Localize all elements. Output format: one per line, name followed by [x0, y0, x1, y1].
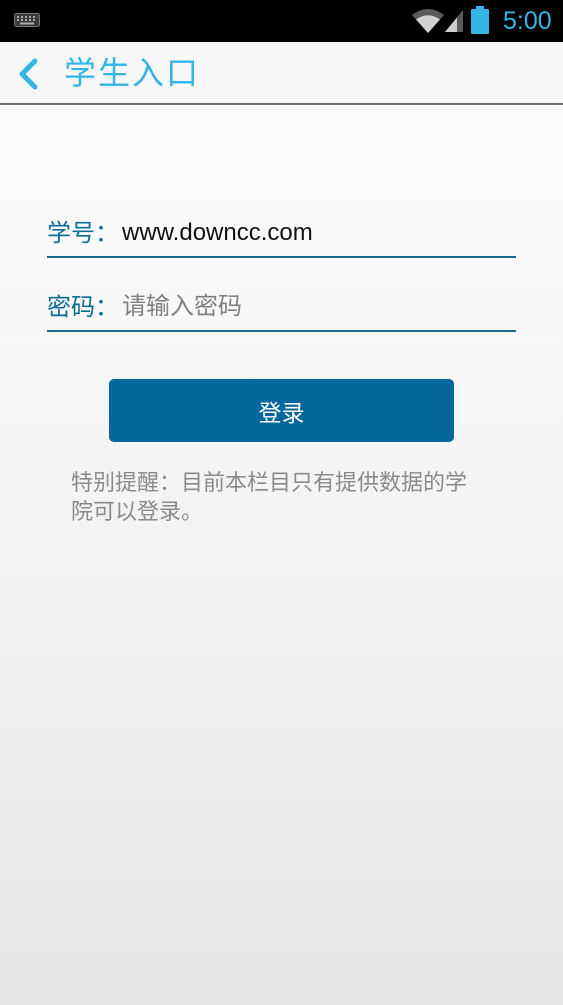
- status-time: 5:00: [503, 7, 552, 35]
- login-button[interactable]: 登录: [109, 379, 454, 442]
- action-bar: 学生入口: [0, 42, 563, 105]
- battery-icon: [471, 6, 489, 34]
- password-label: 密码：: [47, 293, 119, 321]
- student-id-field: 学号：: [47, 214, 516, 258]
- student-id-label: 学号：: [47, 219, 119, 247]
- keyboard-icon: [14, 13, 40, 27]
- password-field: 密码：: [47, 288, 516, 332]
- signal-icon: [445, 10, 463, 32]
- chevron-left-icon[interactable]: [16, 58, 40, 90]
- student-id-input[interactable]: [122, 216, 512, 250]
- wifi-icon: [412, 9, 444, 33]
- status-bar: 5:00: [0, 0, 563, 42]
- notice-text: 特别提醒：目前本栏目只有提供数据的学院可以登录。: [71, 471, 468, 525]
- page-title: 学生入口: [64, 54, 201, 92]
- password-input[interactable]: [122, 290, 512, 324]
